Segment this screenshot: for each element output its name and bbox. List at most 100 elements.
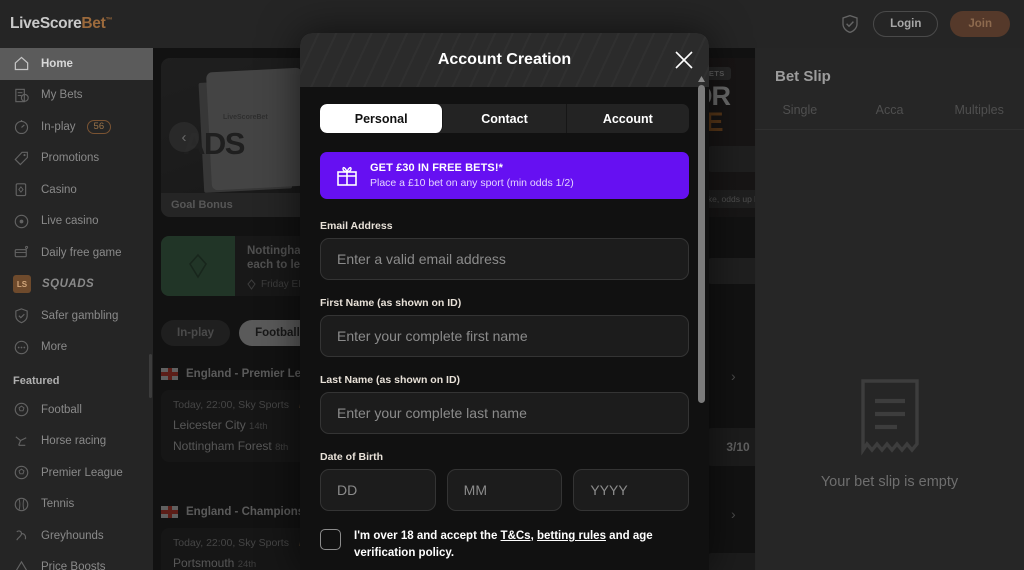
horse-racing-icon [13,433,30,450]
tab-personal[interactable]: Personal [320,104,444,133]
sidebar-item-in-play[interactable]: In-play 56 [0,111,153,143]
in-play-count-badge: 56 [86,119,112,134]
sidebar-item-greyhounds[interactable]: Greyhounds [0,520,153,552]
last-name-field-group: Last Name (as shown on ID) [320,374,689,434]
betting-rules-link[interactable]: betting rules [537,530,606,542]
first-name-label: First Name (as shown on ID) [320,297,462,309]
promo-headline: GET £30 IN FREE BETS!* [370,162,504,174]
stopwatch-icon [13,118,30,135]
promo-subline: Place a £10 bet on any sport (min odds 1… [370,177,574,189]
roulette-icon [13,213,30,230]
sidebar-item-premier-league[interactable]: Premier League [0,457,153,489]
sidebar-item-safer-gambling[interactable]: Safer gambling [0,300,153,332]
shield-check-icon [13,307,30,324]
email-input[interactable] [320,238,689,280]
sidebar-item-squads[interactable]: LS SQUADS [0,269,153,301]
tcs-link[interactable]: T&Cs [501,530,531,542]
modal-header: Account Creation [300,33,709,87]
sidebar-item-label: Horse racing [41,435,107,448]
sidebar-item-live-casino[interactable]: Live casino [0,206,153,238]
free-bets-promo-banner: GET £30 IN FREE BETS!* Place a £10 bet o… [320,152,689,199]
sidebar-item-my-bets[interactable]: My Bets [0,80,153,112]
price-boost-icon [13,559,30,570]
tennis-ball-icon [13,496,30,513]
sidebar-item-label: Football [41,403,82,416]
join-button[interactable]: Join [950,11,1010,37]
registration-step-tabs: Personal Contact Account [320,104,689,133]
receipt-icon [860,379,919,456]
last-name-input[interactable] [320,392,689,434]
sidebar-item-home[interactable]: Home [0,48,153,80]
sidebar-scrollbar[interactable] [149,354,152,398]
bet-slip-panel: Bet Slip Single Acca Multiples Your bet … [755,48,1024,570]
sidebar-item-label: Tennis [41,498,75,511]
sidebar-item-label: Live casino [41,215,99,228]
age-consent-text: I'm over 18 and accept the T&Cs, betting… [354,530,653,559]
sidebar-item-label: Greyhounds [41,529,104,542]
football-icon [13,401,30,418]
bet-slip-empty-state: Your bet slip is empty [755,378,1024,490]
sidebar-section-featured: Featured [13,375,60,387]
first-name-input[interactable] [320,315,689,357]
sidebar-item-label: In-play [41,120,76,133]
sidebar-item-daily-free-game[interactable]: Daily free game [0,237,153,269]
sidebar-item-label: Casino [41,183,77,196]
tab-contact[interactable]: Contact [443,104,567,133]
modal-scrollbar[interactable] [698,85,705,403]
bet-slip-tabs: Single Acca Multiples [755,103,1024,130]
dob-day-input[interactable] [320,469,436,511]
email-field-group: Email Address [320,220,689,280]
slot-machine-icon [13,244,30,261]
scroll-up-icon[interactable] [698,75,705,83]
sidebar-item-promotions[interactable]: Promotions [0,143,153,175]
gift-icon [337,166,357,186]
sidebar-item-more[interactable]: More [0,332,153,364]
sidebar-item-tennis[interactable]: Tennis [0,489,153,521]
receipt-clock-icon [13,87,30,104]
sidebar-item-label: More [41,341,68,354]
tab-account[interactable]: Account [567,104,689,133]
bet-slip-title: Bet Slip [775,68,831,85]
sidebar-item-label: Home [41,57,73,70]
close-icon[interactable] [671,47,697,73]
last-name-label: Last Name (as shown on ID) [320,374,461,386]
sidebar-item-horse-racing[interactable]: Horse racing [0,426,153,458]
age-consent-row: I'm over 18 and accept the T&Cs, betting… [320,528,689,561]
sidebar-item-label: Promotions [41,152,100,165]
dob-month-input[interactable] [446,469,563,511]
modal-title: Account Creation [437,51,572,68]
modal-body: Personal Contact Account GET £30 IN FREE… [300,87,709,570]
first-name-field-group: First Name (as shown on ID) [320,297,689,357]
sidebar-item-price-boosts[interactable]: Price Boosts [0,552,153,570]
age-consent-checkbox[interactable] [320,529,341,550]
dob-year-input[interactable] [573,469,690,511]
sidebar-item-label: SQUADS [42,278,95,291]
dob-label: Date of Birth [320,451,383,463]
sidebar-item-label: Safer gambling [41,309,119,322]
tab-multiples[interactable]: Multiples [934,103,1024,129]
login-button[interactable]: Login [873,11,939,37]
dob-field-group: Date of Birth [320,451,690,511]
tag-icon [13,150,30,167]
greyhound-icon [13,527,30,544]
tab-single[interactable]: Single [755,103,845,129]
home-icon [13,55,30,72]
brand-logo[interactable]: LiveScoreBet™ [10,15,112,33]
sidebar-nav: Home My Bets In-play 56 Promotions Casin… [0,48,153,570]
sidebar-item-football[interactable]: Football [0,394,153,426]
sidebar-item-label: My Bets [41,89,83,102]
bet-slip-empty-text: Your bet slip is empty [820,474,959,490]
cards-icon [13,181,30,198]
sidebar-item-label: Price Boosts [41,561,106,570]
email-label: Email Address [320,220,393,232]
ellipsis-circle-icon [13,339,30,356]
football-icon [13,464,30,481]
tab-acca[interactable]: Acca [845,103,935,129]
header-actions: Login Join [839,11,1010,37]
app-root: LiveScoreBet ADS Goal Bonus ‹ HORSE RACI… [0,0,1024,570]
sidebar-item-label: Daily free game [41,246,122,259]
shield-check-icon[interactable] [839,13,861,35]
sidebar-item-casino[interactable]: Casino [0,174,153,206]
account-creation-modal: Account Creation Personal Contact Accoun… [300,33,709,570]
ls-chip-icon: LS [13,275,31,294]
